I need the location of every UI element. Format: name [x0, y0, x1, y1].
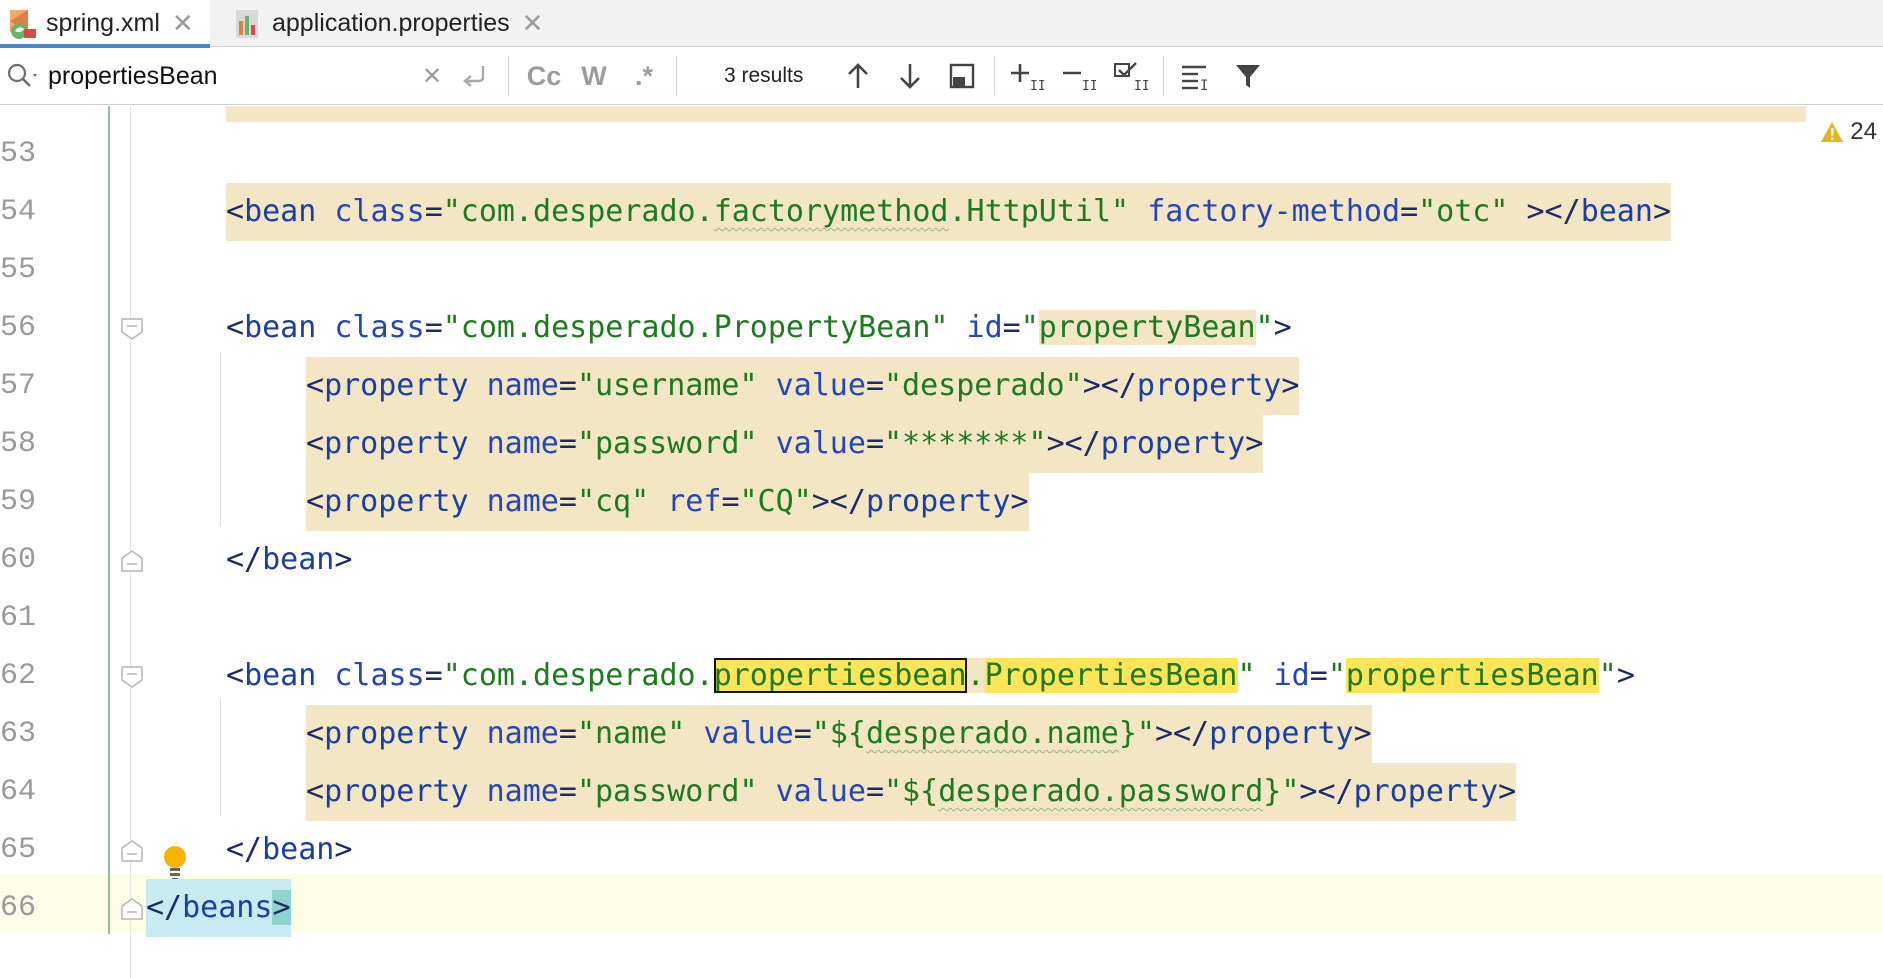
current-search-match: propertiesbean	[713, 658, 967, 693]
toolbar-separator	[994, 56, 995, 96]
properties-file-icon	[232, 7, 266, 41]
filter-search-results-icon[interactable]: I	[1176, 58, 1216, 94]
new-line-icon[interactable]	[456, 58, 492, 94]
select-all-occurrences-icon[interactable]: II	[1110, 58, 1150, 94]
open-in-window-icon[interactable]	[944, 58, 980, 94]
fold-open-icon[interactable]	[121, 666, 143, 688]
code-line-60: </bean>	[226, 542, 353, 577]
line-number: 64	[0, 775, 37, 809]
arrow-up-icon[interactable]	[840, 58, 876, 94]
tab-application-properties[interactable]: application.properties ✕	[226, 0, 556, 47]
line-number: 57	[0, 369, 37, 403]
fold-close-icon[interactable]	[121, 898, 143, 920]
line-number: 62	[0, 659, 37, 693]
line-number: 60	[0, 543, 37, 577]
add-occurrence-icon[interactable]: II	[1006, 58, 1046, 94]
code-line-63: <property name="name" value="${desperado…	[306, 705, 1372, 763]
indent-guide	[220, 700, 221, 816]
fold-close-icon[interactable]	[121, 550, 143, 572]
fold-close-icon[interactable]	[121, 840, 143, 862]
code-line-65: </bean>	[226, 832, 353, 867]
code-line-64: <property name="password" value="${despe…	[306, 763, 1517, 821]
indent-guide	[220, 352, 221, 526]
filter-icon[interactable]	[1230, 58, 1266, 94]
line-number: 53	[0, 137, 37, 171]
highlighted-line-fragment	[226, 106, 1806, 122]
match-case-button[interactable]: Cc	[522, 58, 566, 94]
code-line-54: <bean class="com.desperado.factorymethod…	[226, 183, 1671, 241]
warning-count: 24	[1850, 118, 1877, 145]
line-number: 59	[0, 485, 37, 519]
clear-search-icon[interactable]: ✕	[418, 58, 446, 94]
search-match: propertiesBean	[1345, 658, 1599, 693]
line-number: 55	[0, 253, 37, 287]
search-results-count: 3 results	[724, 64, 804, 87]
search-input[interactable]	[48, 56, 408, 96]
code-line-62: <bean class="com.desperado.propertiesbea…	[226, 658, 1635, 693]
code-editor[interactable]: 24 53 54 55 56 57 58 59 60 61 62 63 64 6…	[0, 106, 1883, 978]
tab-spring-xml[interactable]: spring.xml ✕	[0, 0, 210, 48]
line-number: 65	[0, 833, 37, 867]
line-number: 66	[0, 891, 37, 925]
regex-button[interactable]: .*	[626, 58, 662, 94]
whole-words-button[interactable]: W	[576, 58, 612, 94]
close-icon[interactable]: ✕	[522, 8, 544, 39]
line-number: 61	[0, 601, 37, 635]
intention-bulb-icon[interactable]	[162, 844, 188, 882]
code-line-59: <property name="cq" ref="CQ"></property>	[306, 473, 1029, 531]
remove-occurrence-icon[interactable]: II	[1058, 58, 1098, 94]
toolbar-separator	[508, 56, 509, 96]
arrow-down-icon[interactable]	[892, 58, 928, 94]
code-line-56: <bean class="com.desperado.PropertyBean"…	[226, 310, 1292, 345]
svg-text:II: II	[1030, 79, 1044, 92]
editor-tab-bar: spring.xml ✕ application.properties ✕	[0, 0, 1883, 48]
xml-spring-file-icon	[6, 7, 40, 41]
tab-label: spring.xml	[46, 9, 160, 37]
toolbar-separator	[1163, 56, 1164, 96]
code-line-57: <property name="username" value="despera…	[306, 357, 1300, 415]
close-icon[interactable]: ✕	[172, 8, 194, 39]
code-line-66: </beans>	[146, 879, 291, 937]
line-number: 56	[0, 311, 37, 345]
svg-text:II: II	[1082, 79, 1096, 92]
fold-open-icon[interactable]	[121, 318, 143, 340]
code-line-58: <property name="password" value="*******…	[306, 415, 1264, 473]
toolbar-separator	[676, 56, 677, 96]
line-number: 58	[0, 427, 37, 461]
warning-icon	[1821, 122, 1844, 142]
search-match: PropertiesBean	[984, 658, 1238, 693]
line-number: 54	[0, 195, 37, 229]
vcs-change-marker	[108, 106, 110, 934]
inspection-widget[interactable]: 24	[1820, 118, 1877, 146]
line-number: 63	[0, 717, 37, 751]
search-icon[interactable]	[4, 60, 40, 92]
svg-text:I: I	[1200, 78, 1208, 92]
tab-label: application.properties	[272, 9, 510, 37]
find-toolbar: ✕ Cc W .* 3 results II II II I	[0, 48, 1883, 105]
svg-text:II: II	[1134, 79, 1148, 92]
